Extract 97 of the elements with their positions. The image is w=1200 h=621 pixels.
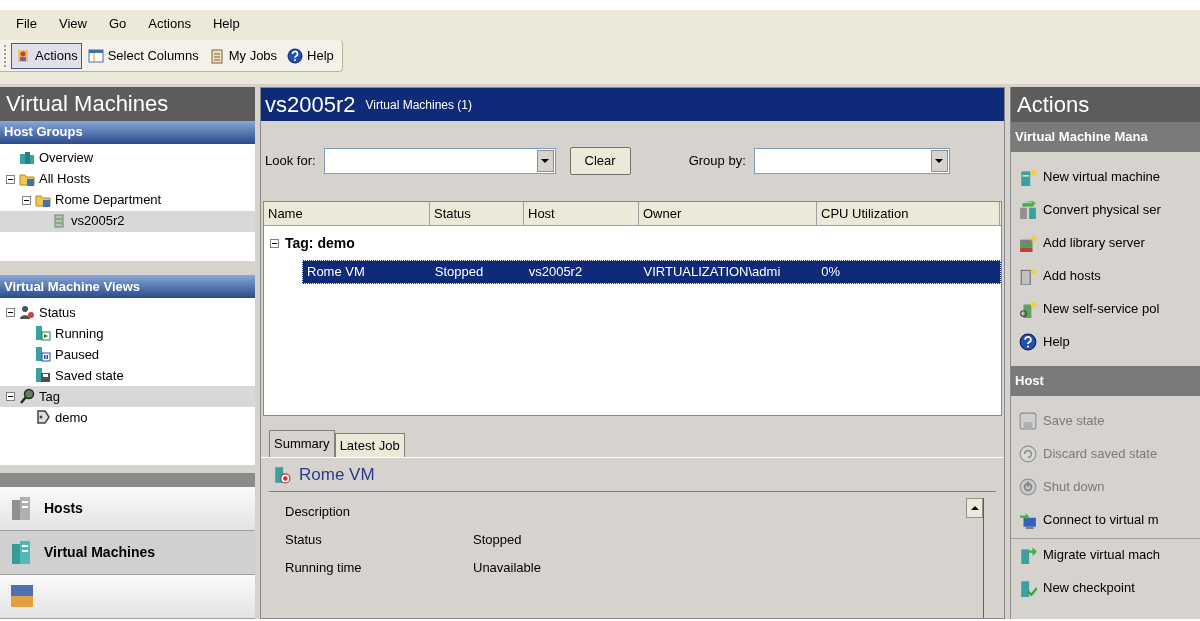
- scrollbar[interactable]: [966, 498, 984, 618]
- menu-item[interactable]: Actions: [148, 14, 191, 34]
- folder-icon: [19, 171, 35, 188]
- tree-item[interactable]: Tag: [0, 385, 255, 407]
- server-icon: [51, 213, 67, 230]
- action-link[interactable]: Add library server: [1011, 226, 1200, 259]
- property-label: Description: [285, 503, 352, 522]
- menu-item[interactable]: Help: [212, 14, 240, 34]
- action-link[interactable]: New virtual machine: [1011, 160, 1200, 193]
- action-link[interactable]: New checkpoint: [1011, 571, 1200, 604]
- group-header: Tag: demo: [285, 233, 355, 253]
- toolbar-button[interactable]: My Jobs: [204, 42, 282, 69]
- toolbar-button[interactable]: Help: [283, 42, 338, 69]
- menu-item[interactable]: File: [16, 14, 37, 34]
- menu-item[interactable]: Go: [108, 14, 127, 34]
- tree-item[interactable]: Running: [0, 322, 255, 344]
- column-header[interactable]: Name: [264, 202, 430, 225]
- tag-icon: [35, 409, 51, 426]
- tree-item[interactable]: Overview: [0, 147, 255, 169]
- undo-circle-icon: [1019, 444, 1037, 463]
- nav-button[interactable]: [0, 574, 255, 619]
- section-header: Host: [1011, 366, 1200, 396]
- server-pause-icon: [35, 346, 51, 363]
- collapse-icon[interactable]: [6, 391, 15, 401]
- property-value: Unavailable: [473, 559, 541, 578]
- folder-icon: [35, 192, 51, 209]
- person-icon: [15, 47, 31, 64]
- tree-item[interactable]: Paused: [0, 343, 255, 365]
- pane-title: Actions: [1011, 87, 1200, 122]
- servers-icon: [19, 150, 35, 167]
- menu-item[interactable]: View: [58, 14, 87, 34]
- collapse-icon[interactable]: [6, 174, 15, 184]
- scroll-up-icon[interactable]: [970, 506, 979, 510]
- server-play-icon: [35, 325, 51, 342]
- server-arrow-icon: [1019, 546, 1037, 564]
- field-label: Group by:: [688, 152, 746, 171]
- nav-button[interactable]: Virtual Machines: [0, 530, 255, 575]
- server-arrow-icon: [1019, 200, 1037, 219]
- tree-item[interactable]: Rome Department: [0, 189, 255, 211]
- table-row[interactable]: Rome VM Stopped vs2005r2 VIRTUALIZATION\admi 0%: [302, 260, 1001, 284]
- tree-item[interactable]: All Hosts: [0, 168, 255, 190]
- tree-item[interactable]: vs2005r2: [0, 210, 255, 232]
- action-link[interactable]: New self-service pol: [1011, 292, 1200, 325]
- column-header[interactable]: Owner: [639, 202, 817, 225]
- tree-item[interactable]: Saved state: [0, 364, 255, 386]
- column-header[interactable]: Status: [430, 202, 524, 225]
- section-header: Host Groups: [0, 120, 255, 144]
- pane-title: vs2005r2: [265, 91, 356, 119]
- tab[interactable]: Summary: [269, 430, 335, 457]
- table-cell-text: Rome VM: [306, 263, 366, 282]
- server-key-icon: [1019, 299, 1037, 318]
- table-cell-text: VIRTUALIZATION\admi: [642, 263, 782, 282]
- table-icon: [87, 47, 104, 64]
- table-cell-text: vs2005r2: [527, 263, 584, 282]
- server-disk-icon: [35, 367, 51, 384]
- action-link[interactable]: Migrate virtual mach: [1011, 538, 1200, 571]
- pane-subtitle: Virtual Machines (1): [365, 96, 472, 114]
- property-label: Running time: [285, 559, 363, 578]
- clipboard-icon: [208, 47, 225, 64]
- clear-button[interactable]: Clear: [569, 147, 631, 175]
- collapse-icon[interactable]: [22, 195, 31, 205]
- property-value: Stopped: [473, 531, 522, 550]
- magnifier-icon: [19, 388, 35, 405]
- property-label: Status: [285, 531, 323, 550]
- action-link[interactable]: Add hosts: [1011, 259, 1200, 292]
- people-icon: [19, 304, 35, 321]
- collapse-icon[interactable]: [270, 238, 279, 248]
- tab[interactable]: Latest Job: [334, 433, 405, 457]
- action-link[interactable]: Convert physical ser: [1011, 193, 1200, 226]
- section-header: Virtual Machine Mana: [1011, 122, 1200, 152]
- tree-item[interactable]: Status: [0, 301, 255, 323]
- toolbar-button[interactable]: Actions: [11, 42, 82, 69]
- toolbar-button[interactable]: Select Columns: [83, 42, 203, 69]
- field-label: Look for:: [265, 152, 316, 171]
- action-link[interactable]: Help: [1011, 325, 1200, 358]
- dropdown-arrow-icon[interactable]: [541, 159, 550, 163]
- table-cell-text: 0%: [820, 263, 842, 282]
- server-check-icon: [1019, 578, 1037, 597]
- column-header[interactable]: Host: [524, 202, 639, 225]
- summary-title: Rome VM: [299, 463, 375, 486]
- collapse-icon[interactable]: [6, 307, 15, 317]
- pane-title: Virtual Machines: [0, 87, 255, 121]
- help-icon: [287, 47, 304, 64]
- tree-item[interactable]: demo: [0, 406, 255, 428]
- books-icon: [10, 584, 34, 609]
- help-icon: [1019, 332, 1037, 351]
- table-cell-text: Stopped: [433, 263, 485, 282]
- power-icon: [1019, 477, 1037, 496]
- dropdown-arrow-icon[interactable]: [935, 159, 944, 163]
- server-star-icon: [1019, 167, 1037, 186]
- action-link[interactable]: Connect to virtual m: [1011, 503, 1200, 536]
- section-header: Virtual Machine Views: [0, 274, 255, 298]
- server-star-icon: [1019, 266, 1037, 285]
- nav-button[interactable]: Hosts: [0, 486, 255, 531]
- books-star-icon: [1019, 233, 1037, 252]
- server-stop-icon: [273, 465, 291, 484]
- column-header[interactable]: CPU Utilization: [817, 202, 1000, 225]
